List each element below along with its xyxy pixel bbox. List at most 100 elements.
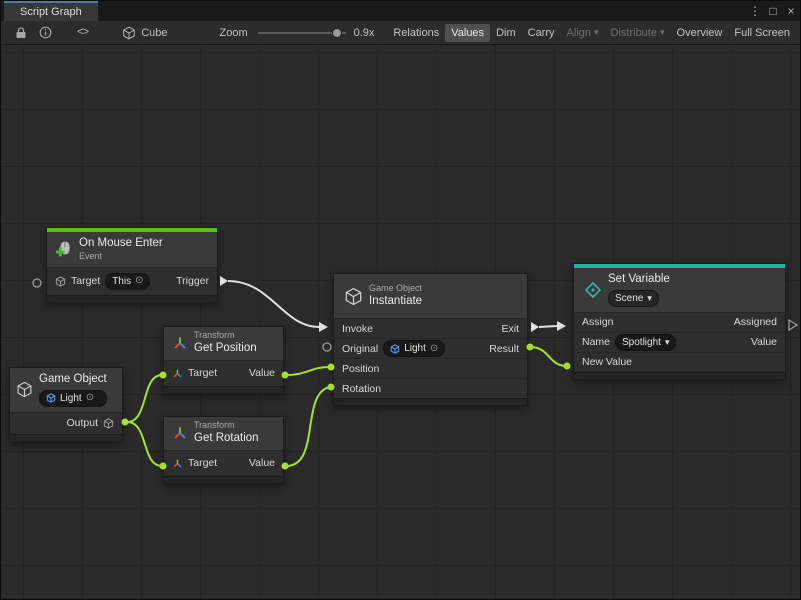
zoom-value: 0.9x [354, 27, 382, 39]
chevron-down-icon: ▾ [660, 28, 665, 37]
node-game-object-light[interactable]: Game Object Light ⊙ Output [9, 367, 123, 442]
value-port-label: Value [751, 336, 777, 348]
node-footer [334, 398, 527, 405]
node-subtitle: Event [79, 252, 163, 262]
fullscreen-button[interactable]: Full Screen [728, 24, 796, 42]
tab-title: Script Graph [20, 6, 82, 18]
port-assign-in[interactable] [557, 321, 566, 331]
node-instantiate[interactable]: Game Object Instantiate Invoke Exit Orig… [333, 273, 528, 406]
transform-type-icon [172, 368, 183, 379]
object-picker-icon[interactable]: ⊙ [430, 344, 438, 354]
cube-icon [390, 344, 400, 354]
invoke-port-label: Invoke [342, 323, 373, 335]
cube-icon [122, 26, 136, 40]
transform-type-icon [172, 458, 183, 469]
port-invoke-in[interactable] [319, 322, 328, 332]
cube-icon [344, 287, 363, 306]
node-kicker: Transform [194, 331, 257, 341]
node-header: Set Variable Scene ▾ [574, 268, 785, 312]
carry-button[interactable]: Carry [522, 24, 561, 42]
wire-trigger-to-invoke [228, 281, 319, 327]
result-port-label: Result [489, 343, 519, 355]
zoom-slider[interactable] [258, 27, 346, 39]
node-footer [164, 386, 283, 393]
object-picker-icon[interactable]: ⊙ [86, 393, 94, 403]
edge-connection-indicator[interactable] [789, 320, 797, 330]
graph-canvas[interactable]: On Mouse Enter Event Target This ⊙ Trigg… [1, 46, 800, 599]
cube-icon [16, 381, 33, 398]
node-footer [10, 434, 122, 441]
node-header: Transform Get Position [164, 327, 283, 360]
gameobject-type-icon [55, 276, 66, 287]
scope-value: Scene [615, 292, 643, 305]
name-port-label: Name [582, 336, 610, 348]
window-menu-icon[interactable]: ⋮ [746, 1, 764, 21]
info-icon[interactable] [37, 26, 53, 39]
wire-result-to-newvalue [530, 347, 567, 366]
value-port-label: Value [249, 367, 275, 379]
trigger-port-label: Trigger [176, 275, 209, 287]
gameobject-value: Light [60, 392, 82, 405]
node-get-position[interactable]: Transform Get Position Target Value [163, 326, 284, 394]
close-icon[interactable]: × [782, 1, 800, 21]
exit-port-label: Exit [501, 323, 519, 335]
cube-icon [46, 393, 56, 403]
relations-button[interactable]: Relations [387, 24, 445, 42]
overview-button[interactable]: Overview [671, 24, 729, 42]
original-value: Light [404, 342, 426, 355]
variable-name-value: Spotlight [622, 336, 661, 349]
node-set-variable[interactable]: Set Variable Scene ▾ Assign Assigned Nam… [573, 263, 786, 380]
value-port-label: Value [249, 457, 275, 469]
node-title: Instantiate [369, 295, 422, 309]
distribute-button[interactable]: Distribute ▾ [605, 24, 671, 42]
node-footer [47, 295, 217, 302]
graph-toolbar: <> Cube Zoom 0.9x Relations Values Dim C… [1, 21, 800, 45]
node-footer [574, 372, 785, 379]
node-title: On Mouse Enter [79, 237, 163, 251]
new-value-port-label: New Value [582, 356, 632, 368]
node-title: Set Variable [608, 273, 670, 287]
transform-icon [172, 335, 188, 351]
wire-light-to-getrotation [127, 422, 162, 466]
target-value-chip[interactable]: This ⊙ [105, 273, 150, 290]
rotation-port-label: Rotation [342, 383, 381, 395]
tab-bar-spacer [98, 1, 746, 21]
port-exit-out[interactable] [531, 322, 539, 332]
transform-icon [172, 425, 188, 441]
node-kicker: Game Object [369, 284, 422, 294]
target-port-label: Target [188, 367, 217, 379]
node-on-mouse-enter[interactable]: On Mouse Enter Event Target This ⊙ Trigg… [46, 227, 218, 303]
graph-name: Cube [141, 27, 167, 39]
node-get-rotation[interactable]: Transform Get Rotation Target Value [163, 416, 284, 484]
tab-script-graph[interactable]: Script Graph [4, 1, 98, 21]
maximize-icon[interactable]: □ [764, 1, 782, 21]
graph-reference[interactable]: Cube [122, 26, 167, 40]
port-mouseenter-target-in[interactable] [33, 279, 41, 287]
gameobject-value-chip[interactable]: Light ⊙ [39, 390, 107, 407]
assigned-port-label: Assigned [734, 316, 777, 328]
port-original-in[interactable] [323, 343, 331, 351]
object-picker-icon[interactable]: ⊙ [135, 276, 143, 286]
zoom-slider-handle[interactable] [332, 28, 342, 38]
node-header: Transform Get Rotation [164, 417, 283, 450]
wire-exit-to-assign [539, 326, 557, 327]
original-value-chip[interactable]: Light ⊙ [383, 340, 445, 357]
toolbar-buttons: Relations Values Dim Carry Align ▾ Distr… [387, 24, 796, 42]
dim-button[interactable]: Dim [490, 24, 522, 42]
lock-icon[interactable] [13, 26, 29, 39]
variable-name-dropdown[interactable]: Spotlight ▾ [615, 334, 676, 351]
node-header: Game Object Instantiate [334, 274, 527, 318]
variable-icon [584, 281, 602, 299]
variable-scope-dropdown[interactable]: Scene ▾ [608, 290, 659, 307]
code-icon[interactable]: <> [77, 27, 88, 39]
node-title: Get Position [194, 342, 257, 356]
align-button[interactable]: Align ▾ [561, 24, 605, 42]
wire-rotation-value [286, 387, 330, 466]
node-title: Game Object [39, 373, 107, 387]
port-trigger-out[interactable] [220, 276, 228, 286]
values-button[interactable]: Values [445, 24, 490, 42]
node-header: On Mouse Enter Event [47, 232, 217, 267]
wire-light-to-getposition [127, 375, 162, 422]
target-value: This [112, 275, 131, 288]
port-newvalue-in[interactable] [564, 363, 571, 370]
